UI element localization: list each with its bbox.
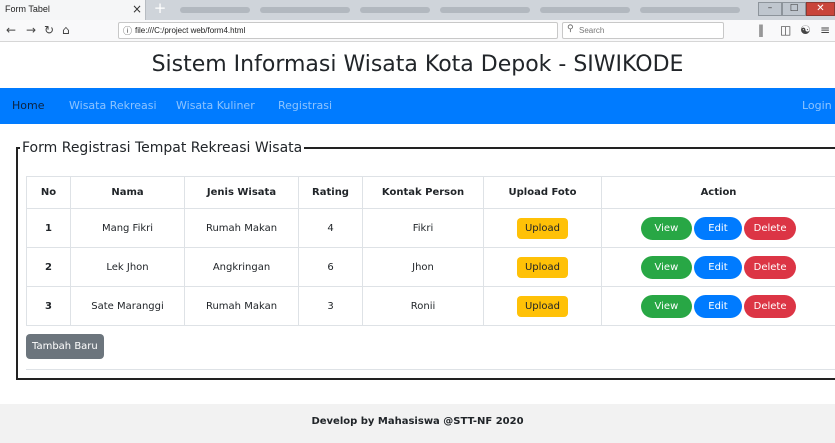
sidebar-icon[interactable]: ◫ — [780, 23, 791, 37]
menu-icon[interactable]: ≡ — [820, 23, 830, 37]
nav-login[interactable]: Login — [802, 99, 832, 112]
edit-button[interactable]: Edit — [694, 216, 742, 240]
cell-action: View Edit Delete — [601, 208, 835, 248]
cell-no: 2 — [26, 247, 71, 287]
cell-kontak: Jhon — [362, 247, 484, 287]
view-button[interactable]: View — [640, 216, 693, 240]
footer-text: Develop by Mahasiswa @STT-NF 2020 — [311, 416, 524, 427]
cell-nama: Mang Fikri — [70, 208, 185, 248]
browser-tab-bar: Form Tabel × + – □ ✕ — [0, 0, 835, 20]
col-kontak-person: Kontak Person — [362, 176, 484, 209]
upload-button[interactable]: Upload — [516, 256, 569, 278]
blurred-tab — [180, 7, 250, 13]
table-row: 2 Lek Jhon Angkringan 6 Jhon Upload View… — [26, 247, 835, 287]
upload-button[interactable]: Upload — [516, 217, 569, 239]
tab-title: Form Tabel — [5, 4, 50, 14]
cell-rating: 4 — [298, 208, 363, 248]
cell-nama: Lek Jhon — [70, 247, 185, 287]
delete-button[interactable]: Delete — [743, 294, 797, 318]
browser-tab[interactable]: Form Tabel × — [0, 0, 146, 20]
col-jenis-wisata: Jenis Wisata — [184, 176, 299, 209]
delete-button[interactable]: Delete — [743, 216, 797, 240]
url-input[interactable] — [135, 24, 555, 37]
col-nama: Nama — [70, 176, 185, 209]
blurred-tab — [260, 7, 350, 13]
cell-upload: Upload — [483, 208, 602, 248]
back-icon[interactable]: ← — [6, 23, 16, 37]
data-table: No Nama Jenis Wisata Rating Kontak Perso… — [26, 176, 835, 326]
search-bar[interactable]: ⚲ — [562, 22, 724, 39]
browser-toolbar: ← → ↻ ⌂ ⓘ ⚲ ‖ ◫ ☯ ≡ — [0, 20, 835, 42]
page-title: Sistem Informasi Wisata Kota Depok - SIW… — [151, 52, 684, 77]
nav-home[interactable]: Home — [12, 99, 44, 112]
window-close-icon[interactable]: ✕ — [806, 2, 835, 16]
registration-form: Form Registrasi Tempat Rekreasi Wisata N… — [16, 140, 835, 380]
cell-upload: Upload — [483, 247, 602, 287]
col-action: Action — [601, 176, 835, 209]
tab-close-icon[interactable]: × — [132, 2, 142, 16]
search-input[interactable] — [579, 24, 719, 37]
footer: Develop by Mahasiswa @STT-NF 2020 — [0, 404, 835, 443]
cell-rating: 3 — [298, 286, 363, 326]
delete-button[interactable]: Delete — [743, 255, 797, 279]
edit-button[interactable]: Edit — [694, 255, 742, 279]
form-legend: Form Registrasi Tempat Rekreasi Wisata — [22, 140, 303, 156]
maximize-icon[interactable]: □ — [782, 2, 806, 16]
reload-icon[interactable]: ↻ — [44, 23, 54, 37]
cell-action: View Edit Delete — [601, 247, 835, 287]
cell-rating: 6 — [298, 247, 363, 287]
cell-jenis: Rumah Makan — [184, 286, 299, 326]
cell-action: View Edit Delete — [601, 286, 835, 326]
cell-no: 1 — [26, 208, 71, 248]
view-button[interactable]: View — [640, 294, 693, 318]
extension-icon[interactable]: ☯ — [800, 23, 811, 37]
table-row: 1 Mang Fikri Rumah Makan 4 Fikri Upload … — [26, 208, 835, 248]
cell-jenis: Angkringan — [184, 247, 299, 287]
nav-wisata-rekreasi[interactable]: Wisata Rekreasi — [69, 99, 157, 112]
blurred-tab — [540, 7, 630, 13]
table-header-row: No Nama Jenis Wisata Rating Kontak Perso… — [26, 176, 835, 209]
library-icon[interactable]: ‖ — [758, 23, 764, 37]
address-bar[interactable]: ⓘ — [118, 22, 558, 39]
col-no: No — [26, 176, 71, 209]
edit-button[interactable]: Edit — [694, 294, 742, 318]
col-rating: Rating — [298, 176, 363, 209]
cell-upload: Upload — [483, 286, 602, 326]
blurred-tab — [360, 7, 430, 13]
minimize-icon[interactable]: – — [758, 2, 782, 16]
cell-jenis: Rumah Makan — [184, 208, 299, 248]
divider — [26, 369, 835, 370]
upload-button[interactable]: Upload — [516, 295, 569, 317]
cell-kontak: Ronii — [362, 286, 484, 326]
blurred-tab — [640, 7, 740, 13]
cell-kontak: Fikri — [362, 208, 484, 248]
table-row: 3 Sate Maranggi Rumah Makan 3 Ronii Uplo… — [26, 286, 835, 326]
view-button[interactable]: View — [640, 255, 693, 279]
forward-icon[interactable]: → — [26, 23, 36, 37]
new-tab-icon[interactable]: + — [152, 0, 168, 18]
cell-no: 3 — [26, 286, 71, 326]
cell-nama: Sate Maranggi — [70, 286, 185, 326]
home-icon[interactable]: ⌂ — [62, 23, 70, 37]
page-info-icon[interactable]: ⓘ — [123, 24, 132, 37]
search-icon: ⚲ — [567, 24, 574, 34]
nav-wisata-kuliner[interactable]: Wisata Kuliner — [176, 99, 255, 112]
col-upload-foto: Upload Foto — [483, 176, 602, 209]
add-new-button[interactable]: Tambah Baru — [26, 334, 104, 359]
site-navbar: Home Wisata Rekreasi Wisata Kuliner Regi… — [0, 88, 835, 124]
blurred-tab — [440, 7, 530, 13]
nav-registrasi[interactable]: Registrasi — [278, 99, 332, 112]
